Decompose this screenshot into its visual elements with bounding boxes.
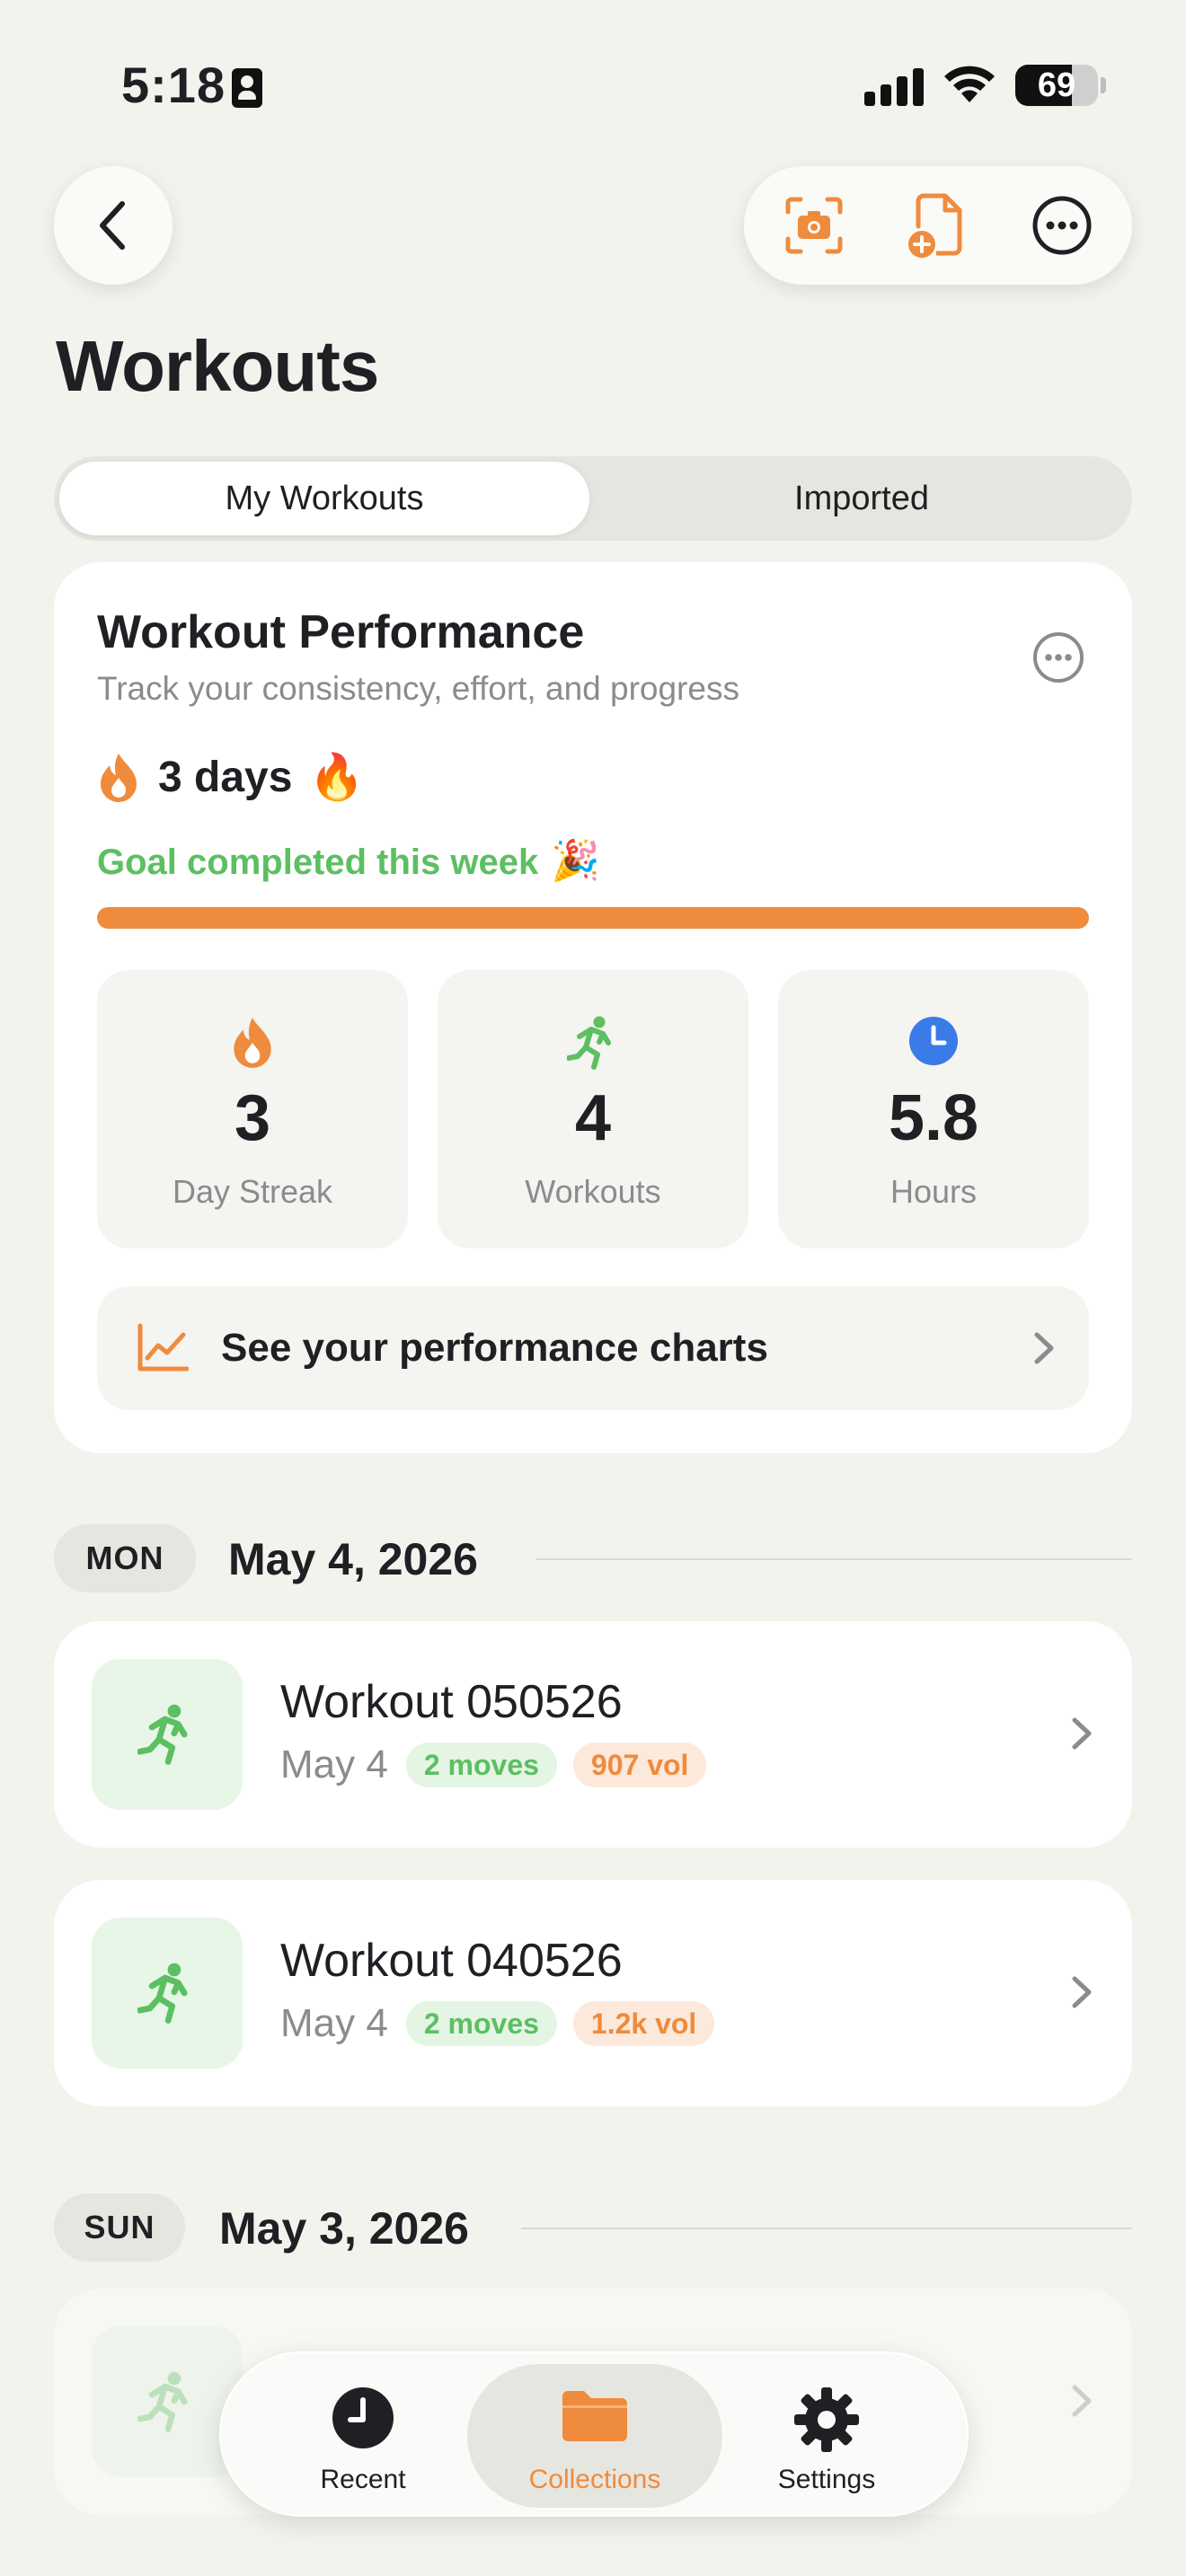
stat-value: 4 — [574, 1082, 612, 1154]
stat-label: Workouts — [525, 1173, 661, 1210]
status-time: 5:18 — [121, 57, 226, 113]
tab-label: Collections — [528, 2465, 661, 2494]
workout-source-segmented-control: My Workouts Imported — [54, 456, 1132, 541]
performance-title: Workout Performance — [97, 606, 585, 658]
tab-label: Settings — [777, 2465, 876, 2494]
flame-icon — [101, 754, 137, 802]
workout-card[interactable]: Workout 040526 May 4 2 moves 1.2k vol — [54, 1880, 1132, 2106]
section-divider — [521, 2228, 1132, 2229]
page-title: Workouts — [56, 326, 379, 406]
workout-name: Workout 040526 — [280, 1935, 623, 1987]
tab-recent[interactable]: Recent — [235, 2364, 491, 2508]
weekly-goal-progress-fill — [97, 907, 1089, 929]
stat-workouts: 4 Workouts — [438, 970, 748, 1248]
workout-name: Workout 050526 — [280, 1676, 623, 1728]
workout-icon-tile — [92, 1659, 243, 1810]
tab-collections[interactable]: Collections — [467, 2364, 722, 2508]
tab-settings[interactable]: Settings — [699, 2364, 954, 2508]
workout-date: May 4 — [280, 2001, 388, 2045]
workout-meta: May 4 2 moves 907 vol — [280, 1742, 722, 1788]
workout-icon-tile — [92, 2326, 243, 2477]
back-button[interactable] — [54, 166, 173, 285]
workout-date: May 4 — [280, 1742, 388, 1786]
day-date: May 4, 2026 — [228, 1534, 478, 1584]
runner-icon — [137, 1704, 188, 1765]
stat-day-streak: 3 Day Streak — [97, 970, 408, 1248]
chevron-right-icon — [1072, 1976, 1092, 2008]
stat-label: Hours — [890, 1173, 978, 1210]
ellipsis-circle-icon — [1032, 196, 1092, 255]
goal-status: Goal completed this week 🎉 — [97, 837, 600, 884]
weekday-badge: MON — [54, 1524, 196, 1592]
goal-text: Goal completed this week — [97, 842, 539, 882]
workouts-screen: 5:18 69 Workouts My Workouts Imported Wo… — [0, 0, 1186, 2576]
moves-chip: 2 moves — [405, 1742, 557, 1787]
volume-chip: 1.2k vol — [572, 2001, 715, 2046]
performance-subtitle: Track your consistency, effort, and prog… — [97, 670, 739, 707]
clock-icon — [332, 2387, 394, 2448]
segment-imported[interactable]: Imported — [597, 462, 1127, 535]
charts-link-label: See your performance charts — [221, 1326, 768, 1370]
stat-value: 5.8 — [888, 1082, 979, 1154]
line-chart-icon — [137, 1323, 189, 1372]
tab-label: Recent — [320, 2465, 406, 2494]
gear-icon — [794, 2387, 859, 2452]
stat-hours: 5.8 Hours — [778, 970, 1089, 1248]
more-options-button[interactable] — [1022, 186, 1102, 265]
section-divider — [535, 1558, 1132, 1560]
bottom-tab-bar: Recent Collections Settings — [219, 2351, 969, 2517]
wifi-icon — [944, 66, 995, 102]
id-card-icon — [232, 68, 262, 108]
header-actions — [744, 166, 1132, 285]
battery-tip — [1101, 77, 1106, 93]
runner-icon — [137, 2371, 188, 2432]
workout-icon-tile — [92, 1918, 243, 2069]
performance-charts-link[interactable]: See your performance charts — [97, 1286, 1089, 1410]
chevron-left-icon — [100, 201, 125, 250]
workout-meta: May 4 2 moves 1.2k vol — [280, 2000, 730, 2047]
scan-camera-button[interactable] — [774, 186, 854, 265]
party-popper-emoji: 🎉 — [551, 839, 601, 883]
add-document-icon — [908, 193, 962, 258]
volume-chip: 907 vol — [572, 1742, 707, 1787]
camera-scan-icon — [785, 197, 843, 254]
flame-icon — [234, 1018, 271, 1068]
fire-emoji: 🔥 — [308, 751, 365, 802]
status-bar: 5:18 69 — [0, 0, 1186, 171]
battery-percent: 69 — [1037, 66, 1076, 104]
battery-icon: 69 — [1015, 65, 1098, 106]
streak-row: 3 days 🔥 — [97, 745, 365, 808]
stat-value: 3 — [234, 1082, 271, 1154]
runner-icon — [137, 1963, 188, 2024]
cellular-signal-icon — [864, 66, 924, 106]
runner-icon — [567, 1016, 611, 1070]
segment-my-workouts[interactable]: My Workouts — [59, 462, 589, 535]
day-section-header: MON May 4, 2026 — [54, 1524, 1132, 1592]
folder-icon — [562, 2391, 627, 2441]
chevron-right-icon — [1034, 1332, 1054, 1364]
streak-days: 3 days — [158, 753, 293, 801]
stat-label: Day Streak — [172, 1173, 333, 1210]
day-section-header: SUN May 3, 2026 — [54, 2193, 1132, 2262]
workout-performance-card: Workout Performance Track your consisten… — [54, 562, 1132, 1453]
import-file-button[interactable] — [898, 186, 978, 265]
clock-icon — [909, 1017, 958, 1065]
day-date: May 3, 2026 — [219, 2203, 469, 2254]
chevron-right-icon — [1072, 2385, 1092, 2417]
chevron-right-icon — [1072, 1717, 1092, 1750]
weekly-goal-progress-bar — [97, 907, 1089, 929]
performance-more-icon[interactable] — [1031, 631, 1085, 684]
workout-card[interactable]: Workout 050526 May 4 2 moves 907 vol — [54, 1621, 1132, 1848]
weekday-badge: SUN — [54, 2193, 185, 2262]
moves-chip: 2 moves — [405, 2001, 557, 2046]
